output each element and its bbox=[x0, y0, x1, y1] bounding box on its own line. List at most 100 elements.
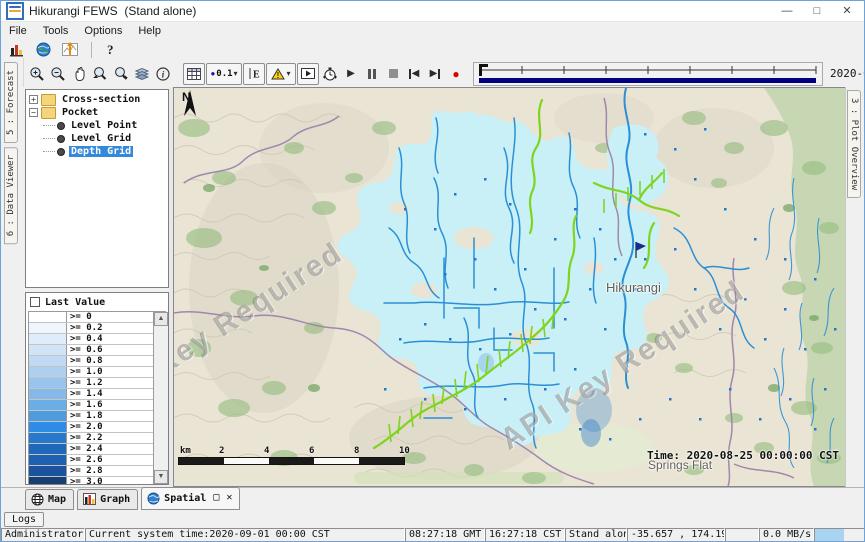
tab-map-label: Map bbox=[48, 494, 66, 505]
legend-row[interactable]: >= 1.2 bbox=[29, 378, 165, 389]
play-icon[interactable]: ▶ bbox=[341, 64, 361, 84]
layer-tree: +Cross-section − Pocket Level Point Level Gr… bbox=[25, 89, 169, 288]
globe-map-icon[interactable] bbox=[33, 40, 53, 60]
zoom-out-icon[interactable] bbox=[48, 64, 68, 84]
folder-icon bbox=[41, 94, 56, 106]
explorer-chart-icon[interactable] bbox=[6, 40, 26, 60]
legend-scrollbar[interactable]: ▲ ▼ bbox=[153, 312, 168, 484]
tree-node-level-point[interactable]: Level Point bbox=[26, 119, 168, 132]
legend-toggle-icon[interactable]: E bbox=[243, 63, 265, 85]
minimize-icon[interactable]: — bbox=[772, 2, 802, 20]
logs-row: Logs bbox=[1, 510, 865, 528]
legend-row[interactable]: >= 1.0 bbox=[29, 367, 165, 378]
tree-connector bbox=[43, 138, 55, 140]
tree-node-pocket[interactable]: − Pocket bbox=[26, 106, 168, 119]
last-value-label: Last Value bbox=[45, 297, 105, 308]
legend-row[interactable]: >= 2.4 bbox=[29, 444, 165, 455]
step-backward-icon[interactable]: ◀ bbox=[404, 64, 424, 84]
tab-close-icon[interactable]: ✕ bbox=[226, 493, 232, 503]
close-icon[interactable]: ✕ bbox=[832, 2, 862, 20]
step-forward-icon[interactable]: ▶ bbox=[425, 64, 445, 84]
stop-icon[interactable] bbox=[383, 64, 403, 84]
tab-spatial[interactable]: Spatial □ ✕ bbox=[141, 487, 240, 510]
legend-row[interactable]: >= 0.4 bbox=[29, 334, 165, 345]
legend-row[interactable]: >= 2.8 bbox=[29, 466, 165, 477]
menu-tools[interactable]: Tools bbox=[35, 24, 77, 38]
tree-connector bbox=[43, 125, 55, 127]
legend-row[interactable]: >= 0.6 bbox=[29, 345, 165, 356]
maximize-icon[interactable]: □ bbox=[802, 2, 832, 20]
legend-row[interactable]: >= 3.0 bbox=[29, 477, 165, 485]
svg-text:i: i bbox=[162, 69, 165, 79]
logs-button[interactable]: Logs bbox=[4, 512, 44, 527]
last-value-checkbox[interactable] bbox=[30, 297, 40, 307]
legend-row[interactable]: >= 2.0 bbox=[29, 422, 165, 433]
grid-display-icon[interactable] bbox=[183, 63, 205, 85]
legend-row[interactable]: >= 2.2 bbox=[29, 433, 165, 444]
legend-row[interactable]: >= 1.8 bbox=[29, 411, 165, 422]
tab-maximize-icon[interactable]: □ bbox=[213, 493, 219, 503]
legend-row[interactable]: >= 0.8 bbox=[29, 356, 165, 367]
timeline-slider[interactable] bbox=[473, 62, 823, 86]
legend-row[interactable]: >= 2.6 bbox=[29, 455, 165, 466]
tab-forecast[interactable]: 5 : Forecast bbox=[4, 62, 18, 143]
legend-row[interactable]: >= 0.2 bbox=[29, 323, 165, 334]
expand-icon[interactable]: + bbox=[29, 95, 38, 104]
status-gmt-time: 08:27:18 GMT bbox=[405, 528, 485, 542]
legend-row[interactable]: >= 0 bbox=[29, 312, 165, 323]
fews-app-icon bbox=[6, 2, 24, 20]
animation-panel-icon[interactable] bbox=[297, 63, 319, 85]
pan-hand-icon[interactable] bbox=[69, 64, 89, 84]
status-coordinates: -35.657 , 174.199 bbox=[627, 528, 725, 542]
legend-label: >= 1.0 bbox=[67, 367, 103, 377]
help-icon[interactable]: ? bbox=[103, 42, 118, 58]
legend-row[interactable]: >= 1.4 bbox=[29, 389, 165, 400]
legend-swatch bbox=[29, 378, 67, 388]
status-warning-icon[interactable]: ! bbox=[725, 528, 759, 542]
legend-swatch bbox=[29, 400, 67, 410]
class-breaks-button[interactable]: ● 0.1 ▾ bbox=[206, 63, 242, 85]
status-local-time: 16:27:18 CST bbox=[485, 528, 565, 542]
legend-swatch bbox=[29, 466, 67, 476]
warning-filter-button[interactable]: ! ▾ bbox=[266, 63, 296, 85]
bullet-icon bbox=[57, 148, 65, 156]
tab-data-viewer[interactable]: 6 : Data Viewer bbox=[4, 147, 18, 244]
pause-icon[interactable] bbox=[362, 64, 382, 84]
zoom-previous-icon[interactable] bbox=[90, 64, 110, 84]
menu-help[interactable]: Help bbox=[130, 24, 169, 38]
tab-map[interactable]: Map bbox=[25, 489, 74, 510]
tree-node-depth-grid[interactable]: Depth Grid bbox=[26, 145, 168, 158]
menu-options[interactable]: Options bbox=[76, 24, 130, 38]
map-view[interactable]: N API Key Required API Key Required Hiku… bbox=[173, 87, 848, 487]
record-movie-icon[interactable]: ● bbox=[446, 64, 466, 84]
legend-label: >= 0.8 bbox=[67, 356, 103, 366]
legend-swatch bbox=[29, 312, 67, 322]
legend-swatch bbox=[29, 455, 67, 465]
scroll-up-icon[interactable]: ▲ bbox=[154, 312, 168, 326]
layers-icon[interactable] bbox=[132, 64, 152, 84]
zoom-in-icon[interactable] bbox=[27, 64, 47, 84]
tree-node-level-grid[interactable]: Level Grid bbox=[26, 132, 168, 145]
legend-swatch bbox=[29, 345, 67, 355]
window-title: Hikurangi FEWS (Stand alone) bbox=[29, 4, 196, 18]
map-toolbar: i ● 0.1 ▾ E ! ▾ bbox=[1, 60, 864, 88]
zoom-next-icon[interactable] bbox=[111, 64, 131, 84]
legend-label: >= 2.0 bbox=[67, 422, 103, 432]
left-tab-strip: 5 : Forecast 6 : Data Viewer bbox=[1, 58, 24, 487]
menu-bar: FileToolsOptionsHelp bbox=[1, 21, 864, 39]
collapse-icon[interactable]: − bbox=[29, 108, 38, 117]
scroll-down-icon[interactable]: ▼ bbox=[154, 470, 168, 484]
time-step-icon[interactable] bbox=[320, 64, 340, 84]
tree-label: Pocket bbox=[60, 107, 100, 118]
tree-label: Level Grid bbox=[69, 133, 133, 144]
legend-label: >= 0.4 bbox=[67, 334, 103, 344]
menu-file[interactable]: File bbox=[1, 24, 35, 38]
timeseries-display-icon[interactable] bbox=[60, 40, 80, 60]
legend-row[interactable]: >= 1.6 bbox=[29, 400, 165, 411]
tree-label: Level Point bbox=[69, 120, 139, 131]
info-icon[interactable]: i bbox=[153, 64, 173, 84]
tree-node-cross-section[interactable]: +Cross-section bbox=[26, 93, 168, 106]
scroll-track[interactable] bbox=[154, 326, 168, 470]
tab-graph[interactable]: Graph bbox=[77, 489, 138, 510]
tab-plot-overview[interactable]: 3 : Plot Overview bbox=[847, 90, 861, 198]
